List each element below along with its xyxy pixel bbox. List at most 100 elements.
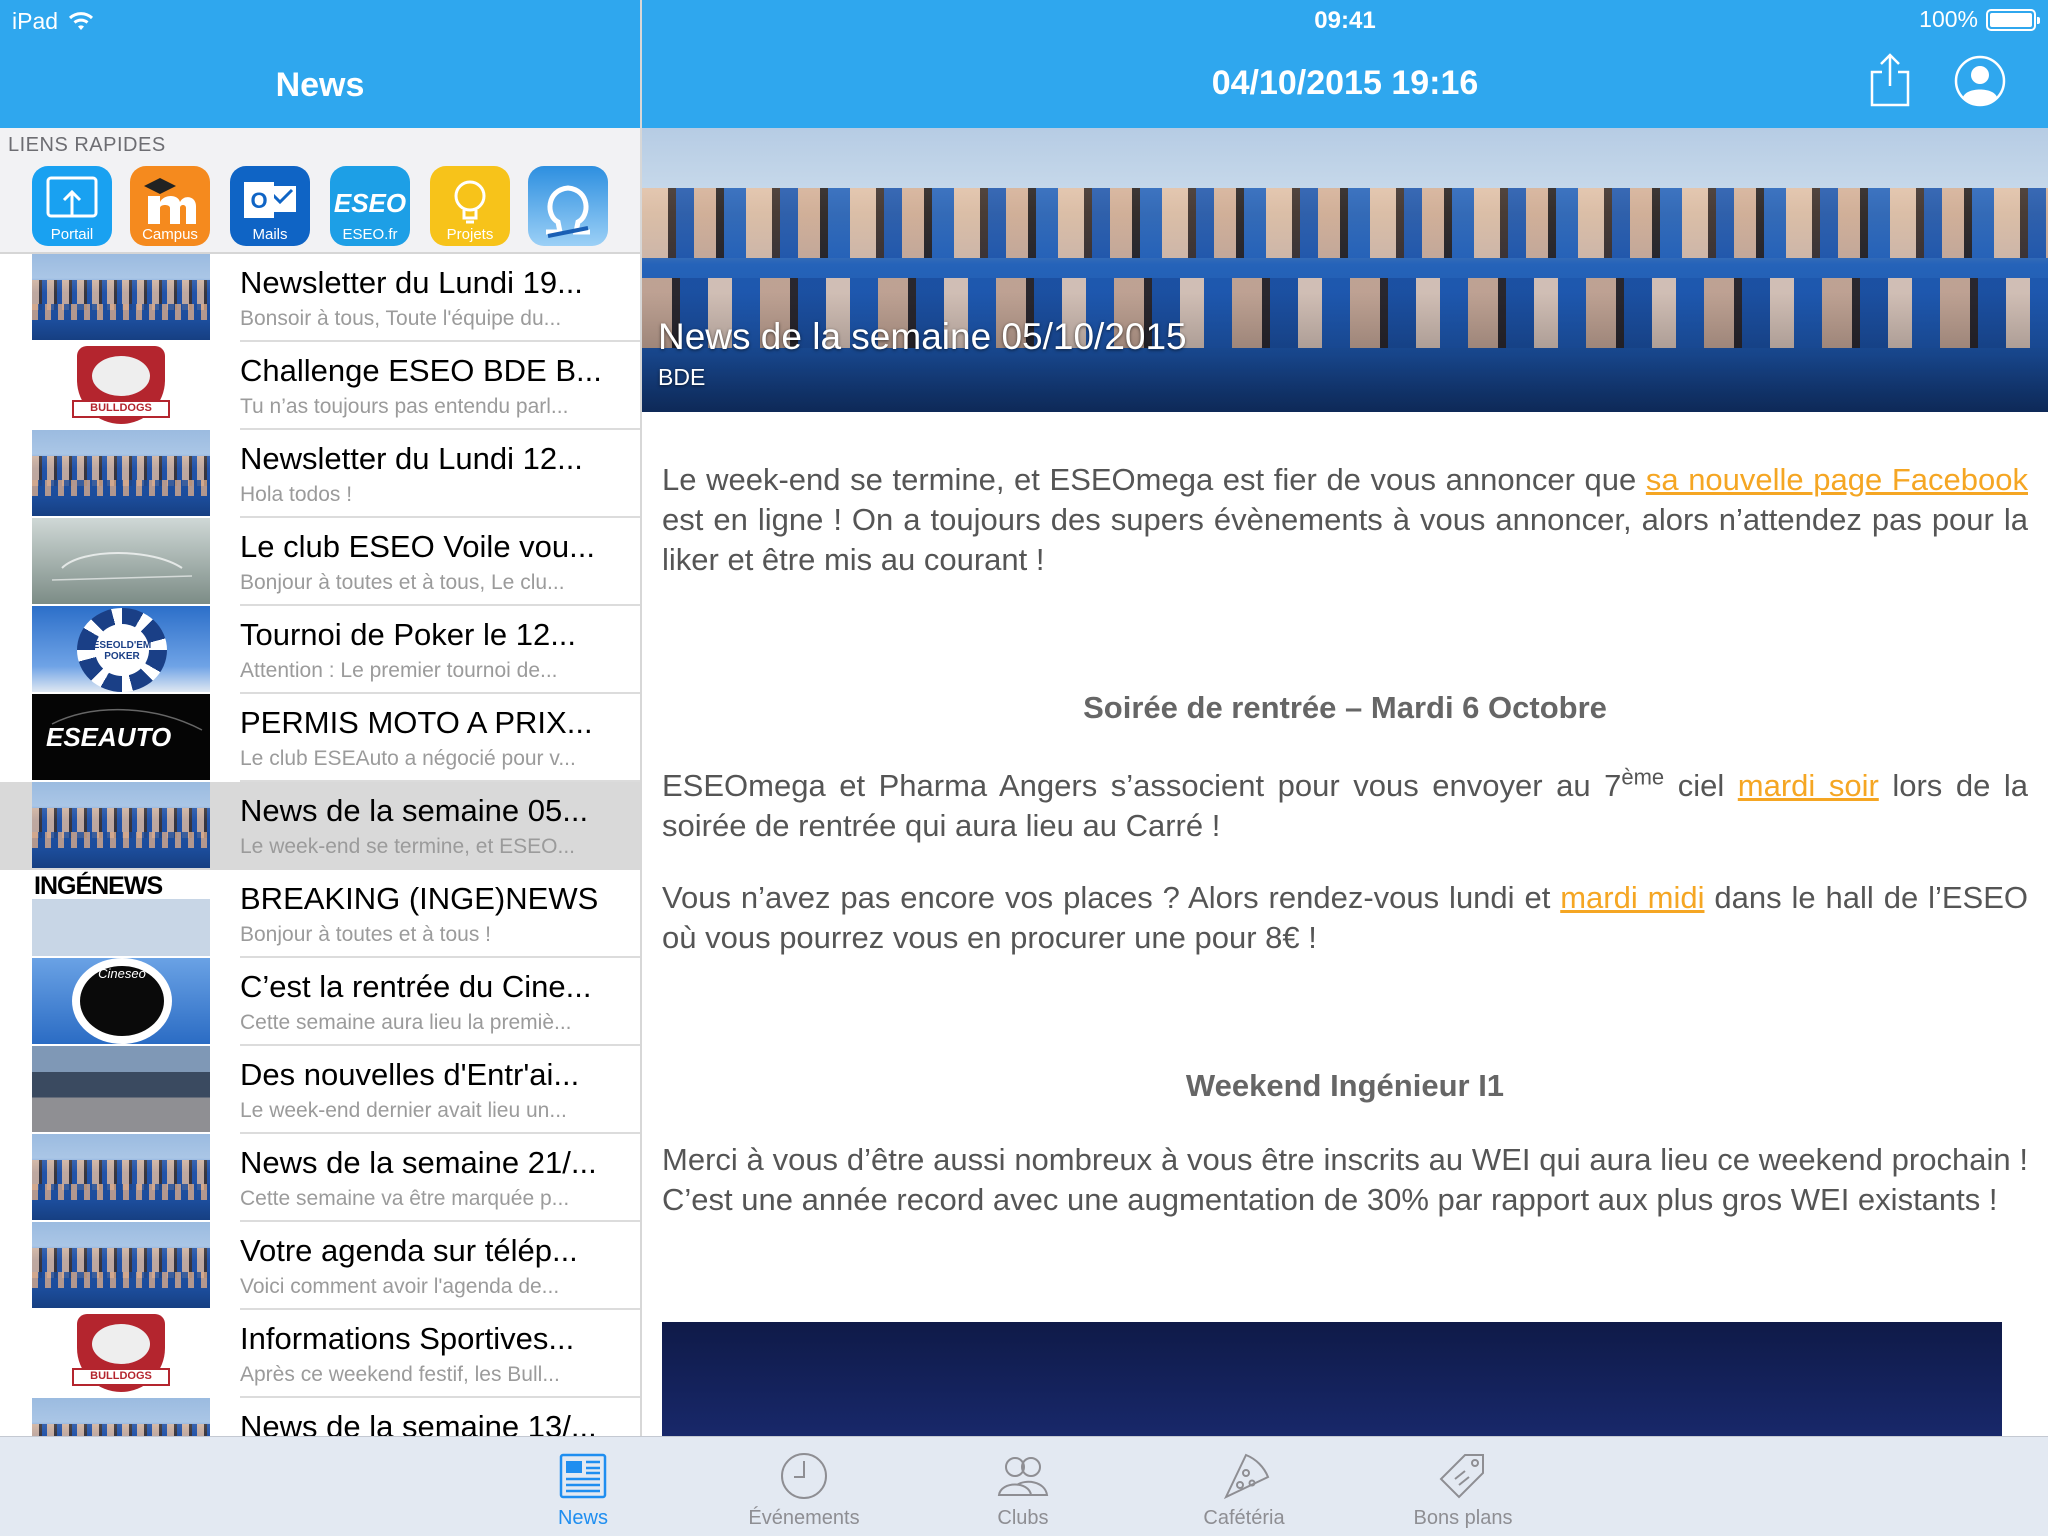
section-heading: Weekend Ingénieur I1 [1185, 1068, 1505, 1103]
news-subtitle: Le week-end dernier avait lieu un... [240, 1099, 567, 1122]
news-title: Des nouvelles d'Entr'ai... [240, 1057, 580, 1092]
article-author: BDE [658, 364, 706, 390]
omega-logo-icon [546, 185, 590, 238]
news-subtitle: Cette semaine aura lieu la premiè... [240, 1011, 572, 1034]
news-subtitle: Après ce weekend festif, les Bull... [240, 1363, 560, 1386]
news-subtitle: Cette semaine va être marquée p... [240, 1187, 570, 1210]
section-heading: Soirée de rentrée – Mardi 6 Octobre [1083, 690, 1607, 725]
news-thumbnail: INGÉNEWS [32, 870, 210, 956]
wifi-icon [69, 11, 94, 30]
tab-news[interactable]: News [503, 1437, 663, 1536]
article-paragraph: Vous n’avez pas encore vos places ? Alor… [662, 880, 2029, 955]
article-paragraph: ESEOmega et Pharma Angers s’associent po… [662, 764, 2028, 843]
quick-link-eseomega[interactable] [528, 166, 608, 246]
news-list[interactable]: Newsletter du Lundi 19... Bonsoir à tous… [0, 254, 640, 1436]
svg-text:O: O [250, 188, 267, 213]
list-item[interactable]: BULLDOGS Informations Sportives... Après… [0, 1310, 640, 1398]
battery-icon [1986, 8, 2040, 31]
quick-link-mails[interactable]: O Mails [230, 166, 310, 246]
news-subtitle: Tu n’as toujours pas entendu parl... [240, 395, 569, 418]
list-item-selected[interactable]: News de la semaine 05... Le week-end se … [0, 782, 640, 870]
list-item[interactable]: ESEAUTO PERMIS MOTO A PRIX... Le club ES… [0, 694, 640, 782]
detail-title: 04/10/2015 19:16 [1211, 64, 1479, 102]
news-thumbnail: BULLDOGS [32, 1310, 210, 1396]
news-title: C’est la rentrée du Cine... [240, 969, 592, 1004]
news-thumbnail [32, 1134, 210, 1220]
news-subtitle: Le club ESEAuto a négocié pour v... [240, 747, 576, 770]
news-subtitle: Attention : Le premier tournoi de... [240, 659, 558, 682]
tab-label: News [557, 1507, 608, 1529]
newspaper-icon [559, 1453, 607, 1499]
news-title: Newsletter du Lundi 12... [240, 441, 583, 476]
news-title: News de la semaine 21/... [240, 1145, 597, 1180]
quick-links-bar: LIENS RAPIDES Portail Campus O Mails ESE… [0, 128, 640, 254]
left-navigation-bar: iPad News [0, 0, 640, 128]
news-title: Votre agenda sur télép... [240, 1233, 578, 1268]
news-subtitle: Bonjour à toutes et à tous, Le clu... [240, 571, 565, 594]
news-thumbnail [32, 782, 210, 868]
quick-link-eseo[interactable]: ESEO ESEO.fr [330, 166, 410, 246]
list-item[interactable]: Cineseo C’est la rentrée du Cine... Cett… [0, 958, 640, 1046]
article-body: Le week-end se termine, et ESEOmega est … [662, 460, 2028, 1220]
news-thumbnail: ESEOLD'EM POKER [32, 606, 210, 692]
pizza-icon [1223, 1453, 1270, 1500]
news-subtitle: Bonjour à toutes et à tous ! [240, 923, 491, 946]
quick-link-label: Mails [252, 226, 288, 243]
article-hero-image: News de la semaine 05/10/2015 BDE [642, 128, 2048, 412]
quick-link-portail[interactable]: Portail [32, 166, 112, 246]
tab-bons-plans[interactable]: Bons plans [1383, 1437, 1543, 1536]
list-item[interactable]: Newsletter du Lundi 19... Bonsoir à tous… [0, 254, 640, 342]
status-time: 09:41 [1314, 7, 1376, 34]
news-title: News de la semaine 13/... [240, 1409, 597, 1436]
news-thumbnail: ESEAUTO [32, 694, 210, 780]
share-icon[interactable] [1860, 52, 1920, 108]
news-title: Challenge ESEO BDE B... [240, 353, 602, 388]
svg-text:ESEO: ESEO [334, 188, 406, 218]
facebook-link[interactable]: sa nouvelle page Facebook [1646, 462, 2028, 497]
battery-percent: 100% [1919, 6, 1978, 32]
article-title: News de la semaine 05/10/2015 [658, 316, 1187, 357]
list-item[interactable]: INGÉNEWS BREAKING (INGE)NEWS Bonjour à t… [0, 870, 640, 958]
list-item[interactable]: ESEOLD'EM POKER Tournoi de Poker le 12..… [0, 606, 640, 694]
quick-link-campus[interactable]: Campus [130, 166, 210, 246]
detail-navigation-bar: 09:41 100% 04/10/2015 19:16 [642, 0, 2048, 128]
news-subtitle: Hola todos ! [240, 483, 353, 506]
quick-link-projets[interactable]: Projets [430, 166, 510, 246]
tab-label: Cafétéria [1203, 1507, 1285, 1529]
list-item[interactable]: News de la semaine 21/... Cette semaine … [0, 1134, 640, 1222]
tag-icon [1439, 1454, 1484, 1499]
tab-clubs[interactable]: Clubs [943, 1437, 1103, 1536]
quick-link-label: Campus [142, 226, 198, 243]
tab-evenements[interactable]: Événements [724, 1437, 884, 1536]
tab-label: Clubs [997, 1507, 1049, 1529]
news-thumbnail: BULLDOGS [32, 342, 210, 428]
status-bar-right: 100% [1919, 6, 2040, 33]
list-item[interactable]: Le club ESEO Voile vou... Bonjour à tout… [0, 518, 640, 606]
quick-link-label: ESEO.fr [342, 226, 398, 243]
list-item[interactable]: Votre agenda sur télép... Voici comment … [0, 1222, 640, 1310]
news-thumbnail [32, 1222, 210, 1308]
news-title: BREAKING (INGE)NEWS [240, 881, 599, 916]
list-item[interactable]: Des nouvelles d'Entr'ai... Le week-end d… [0, 1046, 640, 1134]
tab-label: Bons plans [1413, 1507, 1513, 1529]
news-thumbnail: Cineseo [32, 958, 210, 1044]
news-title: News de la semaine 05... [240, 793, 589, 828]
mardi-soir-link[interactable]: mardi soir [1738, 768, 1879, 803]
quick-links-label: LIENS RAPIDES [8, 134, 166, 156]
news-subtitle: Voici comment avoir l'agenda de... [240, 1275, 560, 1298]
news-title: PERMIS MOTO A PRIX... [240, 705, 593, 740]
list-item[interactable]: News de la semaine 13/... [0, 1398, 640, 1436]
mardi-midi-link[interactable]: mardi midi [1560, 880, 1704, 915]
tab-cafeteria[interactable]: Cafétéria [1164, 1437, 1324, 1536]
profile-icon[interactable] [1954, 55, 2006, 107]
tab-bar: News Événements Clubs Cafétéria Bons pla… [0, 1436, 2048, 1536]
news-thumbnail [32, 1398, 210, 1436]
quick-link-label: Portail [50, 226, 94, 243]
list-item[interactable]: Newsletter du Lundi 12... Hola todos ! [0, 430, 640, 518]
article-paragraph: Merci à vous d’être aussi nombreux à vou… [662, 1142, 2028, 1217]
list-item[interactable]: BULLDOGS Challenge ESEO BDE B... Tu n’as… [0, 342, 640, 430]
page-title: News [275, 66, 365, 104]
news-title: Informations Sportives... [240, 1321, 575, 1356]
quick-link-label: Projets [446, 226, 494, 243]
news-title: Le club ESEO Voile vou... [240, 529, 595, 564]
